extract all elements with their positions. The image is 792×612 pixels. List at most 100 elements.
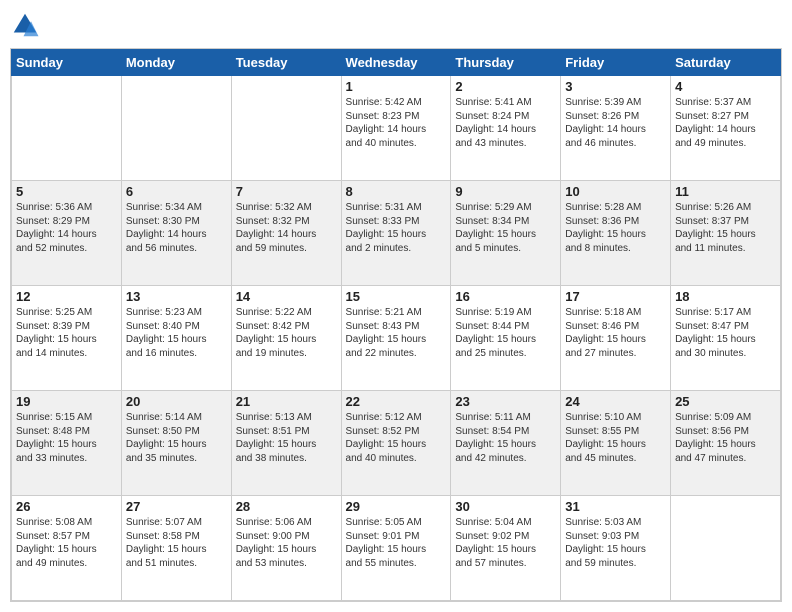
calendar-cell: 28 Sunrise: 5:06 AM Sunset: 9:00 PM Dayli…	[231, 496, 341, 601]
calendar-cell	[121, 76, 231, 181]
calendar-week-4: 26Sunrise: 5:08 AM Sunset: 8:57 PM Dayli…	[12, 496, 781, 601]
calendar: SundayMondayTuesdayWednesdayThursdayFrid…	[10, 48, 782, 602]
day-number: 12	[16, 289, 117, 304]
calendar-cell: 14Sunrise: 5:22 AM Sunset: 8:42 PM Dayli…	[231, 286, 341, 391]
day-info: Sunrise: 5:25 AM Sunset: 8:39 PM Dayligh…	[16, 306, 117, 360]
day-info: Sunrise: 5:14 AM Sunset: 8:50 PM Dayligh…	[126, 411, 227, 465]
day-info: Sunrise: 5:12 AM Sunset: 8:52 PM Dayligh…	[346, 411, 447, 465]
calendar-cell	[671, 496, 781, 601]
calendar-cell: 22Sunrise: 5:12 AM Sunset: 8:52 PM Dayli…	[341, 391, 451, 496]
day-header-sunday: Sunday	[12, 50, 122, 76]
day-number: 13	[126, 289, 227, 304]
logo-icon	[10, 10, 40, 40]
calendar-cell: 29 Sunrise: 5:05 AM Sunset: 9:01 PM Dayli…	[341, 496, 451, 601]
days-header-row: SundayMondayTuesdayWednesdayThursdayFrid…	[12, 50, 781, 76]
day-info: Sunrise: 5:28 AM Sunset: 8:36 PM Dayligh…	[565, 201, 666, 255]
calendar-cell: 8 Sunrise: 5:31 AM Sunset: 8:33 PM Daylig…	[341, 181, 451, 286]
day-number: 20	[126, 394, 227, 409]
day-number: 6	[126, 184, 227, 199]
day-number: 30	[455, 499, 556, 514]
day-header-saturday: Saturday	[671, 50, 781, 76]
day-info: Sunrise: 5:26 AM Sunset: 8:37 PM Dayligh…	[675, 201, 776, 255]
day-info: Sunrise: 5:34 AM Sunset: 8:30 PM Dayligh…	[126, 201, 227, 255]
day-info: Sunrise: 5:21 AM Sunset: 8:43 PM Dayligh…	[346, 306, 447, 360]
day-info: Sunrise: 5:31 AM Sunset: 8:33 PM Dayligh…	[346, 201, 447, 255]
calendar-week-0: 1 Sunrise: 5:42 AM Sunset: 8:23 PM Daylig…	[12, 76, 781, 181]
calendar-cell: 26Sunrise: 5:08 AM Sunset: 8:57 PM Dayli…	[12, 496, 122, 601]
day-info: Sunrise: 5:37 AM Sunset: 8:27 PM Dayligh…	[675, 96, 776, 150]
day-number: 26	[16, 499, 117, 514]
calendar-cell: 13 Sunrise: 5:23 AM Sunset: 8:40 PM Dayli…	[121, 286, 231, 391]
day-info: Sunrise: 5:05 AM Sunset: 9:01 PM Dayligh…	[346, 516, 447, 570]
day-number: 14	[236, 289, 337, 304]
day-number: 28	[236, 499, 337, 514]
day-info: Sunrise: 5:06 AM Sunset: 9:00 PM Dayligh…	[236, 516, 337, 570]
day-number: 29	[346, 499, 447, 514]
day-info: Sunrise: 5:36 AM Sunset: 8:29 PM Dayligh…	[16, 201, 117, 255]
calendar-cell	[231, 76, 341, 181]
calendar-cell: 6 Sunrise: 5:34 AM Sunset: 8:30 PM Daylig…	[121, 181, 231, 286]
day-header-thursday: Thursday	[451, 50, 561, 76]
day-number: 18	[675, 289, 776, 304]
calendar-cell: 20 Sunrise: 5:14 AM Sunset: 8:50 PM Dayli…	[121, 391, 231, 496]
day-number: 27	[126, 499, 227, 514]
day-info: Sunrise: 5:19 AM Sunset: 8:44 PM Dayligh…	[455, 306, 556, 360]
day-info: Sunrise: 5:23 AM Sunset: 8:40 PM Dayligh…	[126, 306, 227, 360]
day-number: 25	[675, 394, 776, 409]
day-number: 21	[236, 394, 337, 409]
calendar-cell: 9Sunrise: 5:29 AM Sunset: 8:34 PM Daylig…	[451, 181, 561, 286]
day-number: 8	[346, 184, 447, 199]
day-number: 19	[16, 394, 117, 409]
day-number: 15	[346, 289, 447, 304]
calendar-cell: 12 Sunrise: 5:25 AM Sunset: 8:39 PM Dayli…	[12, 286, 122, 391]
calendar-cell: 5 Sunrise: 5:36 AM Sunset: 8:29 PM Daylig…	[12, 181, 122, 286]
day-number: 3	[565, 79, 666, 94]
calendar-cell: 10 Sunrise: 5:28 AM Sunset: 8:36 PM Dayli…	[561, 181, 671, 286]
day-number: 17	[565, 289, 666, 304]
calendar-cell: 16 Sunrise: 5:19 AM Sunset: 8:44 PM Dayli…	[451, 286, 561, 391]
calendar-week-2: 12 Sunrise: 5:25 AM Sunset: 8:39 PM Dayli…	[12, 286, 781, 391]
day-number: 5	[16, 184, 117, 199]
calendar-cell: 4 Sunrise: 5:37 AM Sunset: 8:27 PM Daylig…	[671, 76, 781, 181]
day-info: Sunrise: 5:32 AM Sunset: 8:32 PM Dayligh…	[236, 201, 337, 255]
calendar-cell: 1 Sunrise: 5:42 AM Sunset: 8:23 PM Daylig…	[341, 76, 451, 181]
day-number: 23	[455, 394, 556, 409]
day-header-tuesday: Tuesday	[231, 50, 341, 76]
day-info: Sunrise: 5:11 AM Sunset: 8:54 PM Dayligh…	[455, 411, 556, 465]
day-info: Sunrise: 5:17 AM Sunset: 8:47 PM Dayligh…	[675, 306, 776, 360]
calendar-week-3: 19 Sunrise: 5:15 AM Sunset: 8:48 PM Dayli…	[12, 391, 781, 496]
day-header-friday: Friday	[561, 50, 671, 76]
day-number: 11	[675, 184, 776, 199]
calendar-cell	[12, 76, 122, 181]
calendar-cell: 19 Sunrise: 5:15 AM Sunset: 8:48 PM Dayli…	[12, 391, 122, 496]
day-info: Sunrise: 5:03 AM Sunset: 9:03 PM Dayligh…	[565, 516, 666, 570]
day-info: Sunrise: 5:41 AM Sunset: 8:24 PM Dayligh…	[455, 96, 556, 150]
day-header-wednesday: Wednesday	[341, 50, 451, 76]
calendar-cell: 24 Sunrise: 5:10 AM Sunset: 8:55 PM Dayli…	[561, 391, 671, 496]
calendar-cell: 21 Sunrise: 5:13 AM Sunset: 8:51 PM Dayli…	[231, 391, 341, 496]
day-info: Sunrise: 5:09 AM Sunset: 8:56 PM Dayligh…	[675, 411, 776, 465]
day-info: Sunrise: 5:15 AM Sunset: 8:48 PM Dayligh…	[16, 411, 117, 465]
calendar-cell: 3Sunrise: 5:39 AM Sunset: 8:26 PM Daylig…	[561, 76, 671, 181]
day-number: 10	[565, 184, 666, 199]
day-info: Sunrise: 5:42 AM Sunset: 8:23 PM Dayligh…	[346, 96, 447, 150]
calendar-week-1: 5 Sunrise: 5:36 AM Sunset: 8:29 PM Daylig…	[12, 181, 781, 286]
calendar-cell: 7Sunrise: 5:32 AM Sunset: 8:32 PM Daylig…	[231, 181, 341, 286]
day-number: 4	[675, 79, 776, 94]
header	[10, 10, 782, 40]
day-number: 1	[346, 79, 447, 94]
day-number: 9	[455, 184, 556, 199]
calendar-cell: 17 Sunrise: 5:18 AM Sunset: 8:46 PM Dayli…	[561, 286, 671, 391]
day-number: 31	[565, 499, 666, 514]
calendar-cell: 31 Sunrise: 5:03 AM Sunset: 9:03 PM Dayli…	[561, 496, 671, 601]
calendar-cell: 11 Sunrise: 5:26 AM Sunset: 8:37 PM Dayli…	[671, 181, 781, 286]
day-info: Sunrise: 5:13 AM Sunset: 8:51 PM Dayligh…	[236, 411, 337, 465]
day-header-monday: Monday	[121, 50, 231, 76]
day-number: 16	[455, 289, 556, 304]
day-info: Sunrise: 5:18 AM Sunset: 8:46 PM Dayligh…	[565, 306, 666, 360]
page: SundayMondayTuesdayWednesdayThursdayFrid…	[0, 0, 792, 612]
logo	[10, 10, 44, 40]
day-number: 24	[565, 394, 666, 409]
calendar-cell: 30Sunrise: 5:04 AM Sunset: 9:02 PM Dayli…	[451, 496, 561, 601]
day-info: Sunrise: 5:10 AM Sunset: 8:55 PM Dayligh…	[565, 411, 666, 465]
